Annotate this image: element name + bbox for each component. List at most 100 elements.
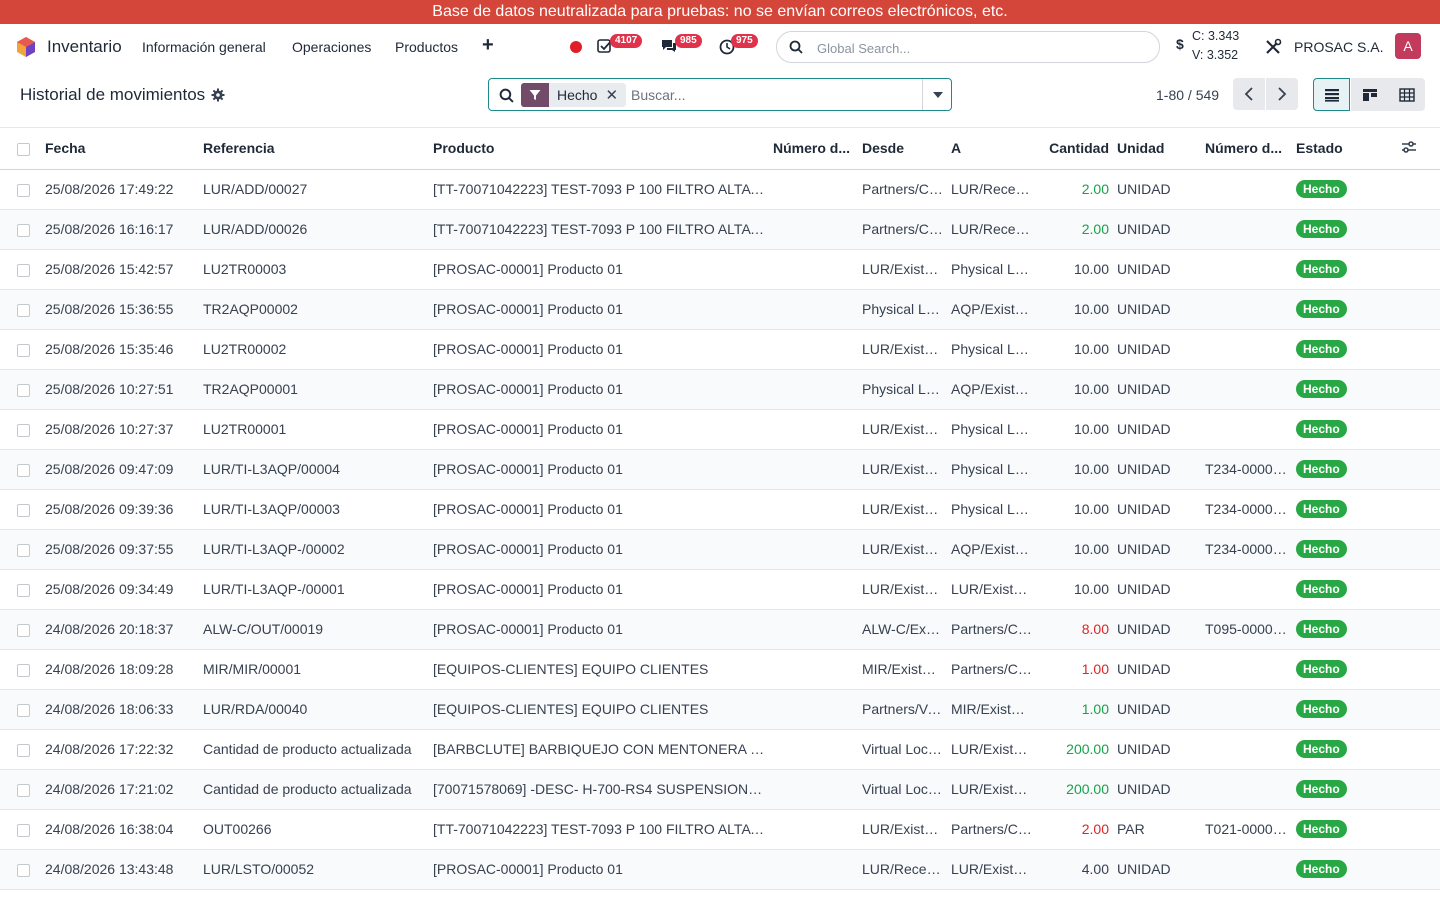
cell-referencia: LU2TR00003 <box>199 249 429 290</box>
pivot-view-button[interactable] <box>1388 78 1425 111</box>
cell-estado: Hecho <box>1292 289 1378 330</box>
status-badge: Hecho <box>1296 540 1347 558</box>
column-header-producto[interactable]: Producto <box>429 128 769 170</box>
row-checkbox[interactable] <box>0 449 41 490</box>
table-row[interactable]: 25/08/2026 09:37:55 LUR/TI-L3AQP-/00002 [P… <box>0 529 1440 570</box>
row-checkbox[interactable] <box>0 809 41 850</box>
table-row[interactable]: 25/08/2026 10:27:37 LU2TR00001 [PROSAC-000… <box>0 409 1440 450</box>
user-avatar[interactable]: A <box>1395 33 1421 59</box>
table-row[interactable]: 25/08/2026 15:42:57 LU2TR00003 [PROSAC-000… <box>0 249 1440 290</box>
optional-columns-toggle[interactable] <box>1378 128 1440 170</box>
search-input[interactable] <box>631 85 911 105</box>
cell-fecha: 25/08/2026 15:42:57 <box>41 249 199 290</box>
cell-fecha: 25/08/2026 16:16:17 <box>41 209 199 250</box>
row-checkbox[interactable] <box>0 649 41 690</box>
column-header-fecha[interactable]: Fecha <box>41 128 199 170</box>
table-row[interactable]: 25/08/2026 15:35:46 LU2TR00002 [PROSAC-000… <box>0 329 1440 370</box>
list-view-button[interactable] <box>1313 78 1350 111</box>
table-row[interactable]: 24/08/2026 17:22:32 Cantidad de producto … <box>0 729 1440 770</box>
table-row[interactable]: 25/08/2026 09:39:36 LUR/TI-L3AQP/00003 [PR… <box>0 489 1440 530</box>
table-row[interactable]: 24/08/2026 18:09:28 MIR/MIR/00001 [EQUIPOS… <box>0 649 1440 690</box>
cell-a: LUR/Existencias <box>947 729 1036 770</box>
cell-estado: Hecho <box>1292 209 1378 250</box>
search-options-toggle[interactable] <box>922 79 952 110</box>
row-checkbox[interactable] <box>0 409 41 450</box>
gear-icon[interactable] <box>211 88 225 102</box>
status-badge: Hecho <box>1296 580 1347 598</box>
row-checkbox[interactable] <box>0 369 41 410</box>
global-search[interactable] <box>776 31 1160 63</box>
cell-cantidad: 2.00 <box>1036 169 1113 210</box>
inventory-app-icon[interactable] <box>16 36 36 58</box>
pager-next-button[interactable] <box>1266 78 1298 110</box>
column-header-referencia[interactable]: Referencia <box>199 128 429 170</box>
cell-empty <box>1378 329 1440 370</box>
plus-icon[interactable]: + <box>482 34 494 57</box>
cell-unidad: UNIDAD <box>1113 569 1201 610</box>
column-header-estado[interactable]: Estado <box>1292 128 1378 170</box>
table-row[interactable]: 24/08/2026 20:18:37 ALW-C/OUT/00019 [PROSA… <box>0 609 1440 650</box>
row-checkbox[interactable] <box>0 689 41 730</box>
cell-cantidad: 2.00 <box>1036 209 1113 250</box>
cell-fecha: 24/08/2026 17:22:32 <box>41 729 199 770</box>
select-all-checkbox[interactable] <box>0 128 41 170</box>
table-row[interactable]: 25/08/2026 17:49:22 LUR/ADD/00027 [TT-7007… <box>0 169 1440 210</box>
column-header-numero-paquete[interactable]: Número d... <box>1201 128 1292 170</box>
table-row[interactable]: 24/08/2026 13:43:48 LUR/LSTO/00052 [PROSAC… <box>0 849 1440 890</box>
table-row[interactable]: 25/08/2026 09:34:49 LUR/TI-L3AQP-/00001 [P… <box>0 569 1440 610</box>
row-checkbox[interactable] <box>0 209 41 250</box>
cell-a: AQP/Existencias <box>947 369 1036 410</box>
page-title[interactable]: Historial de movimientos <box>20 85 205 105</box>
cell-desde: LUR/Existencias <box>858 569 947 610</box>
menu-informacion-general[interactable]: Información general <box>142 39 266 55</box>
cell-empty <box>1378 489 1440 530</box>
kanban-view-button[interactable] <box>1351 78 1388 111</box>
status-badge: Hecho <box>1296 820 1347 838</box>
table-row[interactable]: 24/08/2026 18:06:33 LUR/RDA/00040 [EQUIPOS… <box>0 689 1440 730</box>
row-checkbox[interactable] <box>0 169 41 210</box>
column-header-unidad[interactable]: Unidad <box>1113 128 1201 170</box>
row-checkbox[interactable] <box>0 529 41 570</box>
table-row[interactable]: 24/08/2026 16:38:04 OUT00266 [TT-700710422… <box>0 809 1440 850</box>
row-checkbox[interactable] <box>0 489 41 530</box>
table-row[interactable]: 25/08/2026 10:27:51 TR2AQP00001 [PROSAC-00… <box>0 369 1440 410</box>
row-checkbox[interactable] <box>0 609 41 650</box>
row-checkbox[interactable] <box>0 329 41 370</box>
pager-previous-button[interactable] <box>1233 78 1265 110</box>
cell-fecha: 25/08/2026 10:27:37 <box>41 409 199 450</box>
close-icon[interactable]: ✕ <box>605 86 626 104</box>
cell-empty <box>1378 689 1440 730</box>
record-indicator-icon[interactable] <box>570 41 582 53</box>
row-checkbox[interactable] <box>0 249 41 290</box>
search-bar[interactable]: Hecho ✕ <box>488 78 952 111</box>
row-checkbox[interactable] <box>0 729 41 770</box>
row-checkbox[interactable] <box>0 769 41 810</box>
table-row[interactable]: 24/08/2026 17:21:02 Cantidad de producto … <box>0 769 1440 810</box>
table-row[interactable]: 25/08/2026 15:36:55 TR2AQP00002 [PROSAC-00… <box>0 289 1440 330</box>
cell-producto: [PROSAC-00001] Producto 01 <box>429 369 769 410</box>
row-checkbox[interactable] <box>0 569 41 610</box>
filter-facet[interactable]: Hecho ✕ <box>521 83 627 107</box>
pager-value[interactable]: 1-80 / 549 <box>1156 87 1219 103</box>
table-row[interactable]: 25/08/2026 09:47:09 LUR/TI-L3AQP/00004 [PR… <box>0 449 1440 490</box>
column-header-a[interactable]: A <box>947 128 1036 170</box>
row-checkbox[interactable] <box>0 849 41 890</box>
app-name[interactable]: Inventario <box>47 37 122 57</box>
cell-cantidad: 10.00 <box>1036 409 1113 450</box>
menu-operaciones[interactable]: Operaciones <box>292 39 371 55</box>
table-header-row: Fecha Referencia Producto Número d... De… <box>0 128 1440 170</box>
row-checkbox[interactable] <box>0 289 41 330</box>
tools-icon[interactable] <box>1264 38 1282 56</box>
table-row[interactable]: 25/08/2026 16:16:17 LUR/ADD/00026 [TT-7007… <box>0 209 1440 250</box>
status-badge: Hecho <box>1296 220 1347 238</box>
cell-empty <box>1378 529 1440 570</box>
cell-estado: Hecho <box>1292 809 1378 850</box>
global-search-input[interactable] <box>817 38 1147 58</box>
cell-producto: [TT-70071042223] TEST-7093 P 100 FILTRO … <box>429 809 769 850</box>
column-header-numero-lote[interactable]: Número d... <box>769 128 858 170</box>
column-header-cantidad[interactable]: Cantidad <box>1036 128 1113 170</box>
company-switcher[interactable]: PROSAC S.A. <box>1294 39 1383 55</box>
column-header-desde[interactable]: Desde <box>858 128 947 170</box>
cell-producto: [PROSAC-00001] Producto 01 <box>429 409 769 450</box>
menu-productos[interactable]: Productos <box>395 39 458 55</box>
